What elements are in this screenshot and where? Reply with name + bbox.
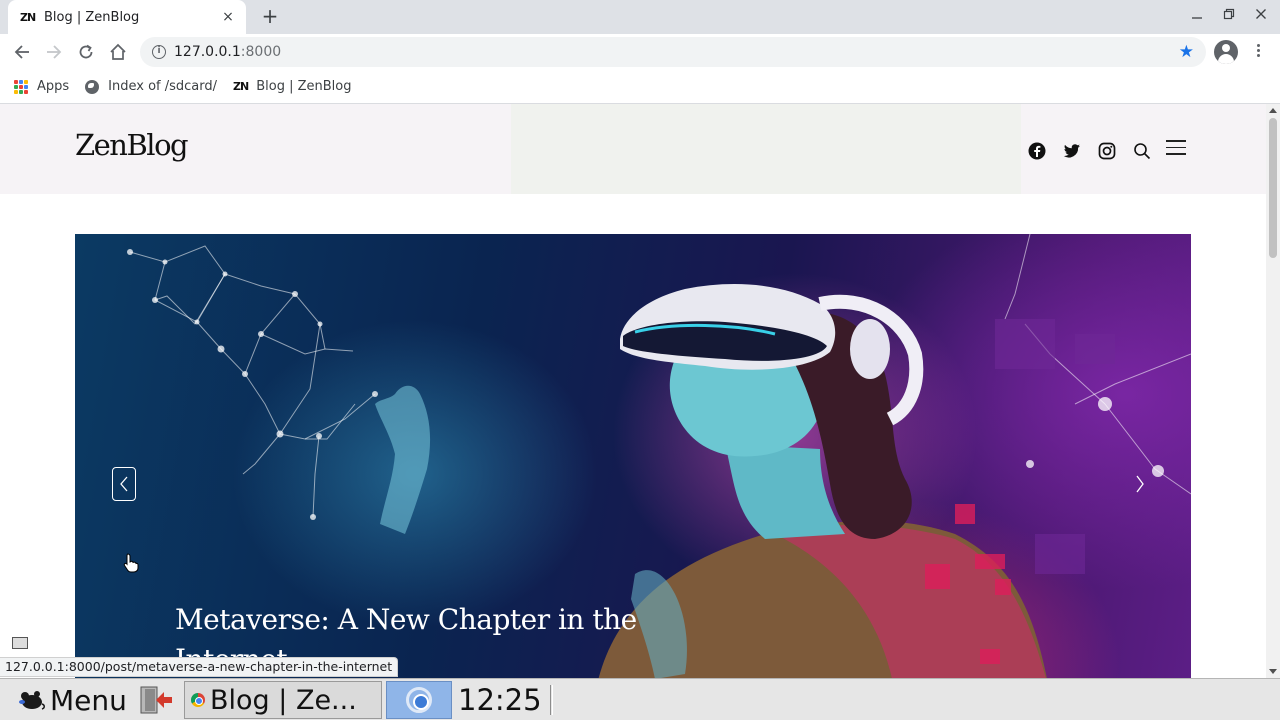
- mouse-logo-icon: [19, 691, 45, 710]
- facebook-icon[interactable]: [1028, 142, 1048, 162]
- site-header: ZenBlog: [0, 104, 1266, 194]
- forward-arrow-icon[interactable]: [42, 40, 66, 64]
- carousel-next-button[interactable]: [1128, 467, 1152, 501]
- link-status-bubble: 127.0.0.1:8000/post/metaverse-a-new-chap…: [0, 657, 399, 677]
- chrome-icon: [191, 693, 205, 707]
- instagram-icon[interactable]: [1098, 142, 1118, 162]
- header-ad-slot: [511, 104, 1021, 194]
- chevron-right-icon: [1136, 475, 1144, 493]
- taskbar-window-label: Blog | Ze...: [210, 684, 357, 716]
- taskbar-window-button[interactable]: Blog | Ze...: [184, 681, 382, 719]
- bookmarks-bar: Apps Index of /sdcard/ ZN Blog | ZenBlog: [0, 70, 1280, 104]
- bookmark-label: Apps: [37, 79, 70, 94]
- account-avatar-icon[interactable]: [1214, 40, 1238, 64]
- back-arrow-icon[interactable]: [10, 40, 34, 64]
- chevron-left-icon: [120, 476, 128, 492]
- browser-menu-icon[interactable]: [1250, 42, 1266, 62]
- carousel-prev-button[interactable]: [112, 467, 136, 501]
- menu-label: Menu: [50, 683, 127, 717]
- screen: ZN Blog | ZenBlog × + i 127.0.0.1:8000 ★…: [0, 0, 1280, 720]
- site-logo[interactable]: ZenBlog: [75, 128, 189, 162]
- apps-grid-icon: [14, 79, 28, 94]
- hero-carousel[interactable]: Metaverse: A New Chapter in the Internet: [75, 234, 1191, 678]
- start-menu-button[interactable]: Menu: [18, 682, 127, 718]
- restore-icon[interactable]: [1220, 8, 1238, 26]
- scrollbar-thumb[interactable]: [1269, 118, 1277, 258]
- menu-icon[interactable]: [1166, 140, 1186, 156]
- page-viewport: ZenBlog Metaverse: A New Chapter in the: [0, 104, 1266, 678]
- zenblog-favicon: ZN: [233, 80, 249, 93]
- chromium-icon: [406, 687, 432, 713]
- search-icon[interactable]: [1133, 142, 1153, 162]
- clock: 12:25: [458, 683, 542, 717]
- site-info-icon[interactable]: i: [152, 45, 166, 59]
- bookmark-sdcard[interactable]: Index of /sdcard/: [85, 79, 217, 94]
- globe-icon: [85, 79, 100, 94]
- url-text: 127.0.0.1:8000: [174, 44, 281, 60]
- browser-tab[interactable]: ZN Blog | ZenBlog ×: [8, 0, 246, 34]
- bookmark-apps[interactable]: Apps: [14, 79, 69, 94]
- tray-keyboard-icon[interactable]: [12, 637, 28, 649]
- desktop-taskbar: Menu Blog | Ze... 12:25: [0, 678, 1280, 720]
- twitter-icon[interactable]: [1063, 142, 1083, 162]
- url-port: :8000: [240, 44, 282, 60]
- logout-icon[interactable]: [138, 684, 176, 716]
- home-icon[interactable]: [106, 40, 130, 64]
- url-host: 127.0.0.1: [174, 44, 241, 60]
- browser-toolbar: i 127.0.0.1:8000 ★: [0, 34, 1280, 70]
- scroll-up-arrow-icon[interactable]: [1269, 108, 1277, 113]
- tab-close-icon[interactable]: ×: [220, 9, 236, 25]
- browser-launcher-button[interactable]: [386, 681, 452, 719]
- page-scrollbar[interactable]: [1266, 104, 1280, 678]
- tab-title: Blog | ZenBlog: [44, 9, 140, 25]
- new-tab-button[interactable]: +: [258, 5, 282, 29]
- tab-strip: ZN Blog | ZenBlog × +: [0, 0, 1280, 34]
- zenblog-favicon: ZN: [20, 10, 36, 24]
- minimize-icon[interactable]: [1188, 8, 1206, 26]
- bookmark-zenblog[interactable]: ZN Blog | ZenBlog: [233, 79, 351, 94]
- window-close-icon[interactable]: [1252, 8, 1270, 26]
- reload-icon[interactable]: [74, 40, 98, 64]
- address-bar[interactable]: i 127.0.0.1:8000 ★: [140, 37, 1206, 67]
- taskbar-separator: [550, 685, 553, 715]
- bookmark-star-icon[interactable]: ★: [1179, 42, 1194, 62]
- hand-cursor-icon: [123, 553, 139, 573]
- scroll-down-arrow-icon[interactable]: [1269, 669, 1277, 674]
- bookmark-label: Blog | ZenBlog: [256, 79, 352, 94]
- bookmark-label: Index of /sdcard/: [108, 79, 218, 94]
